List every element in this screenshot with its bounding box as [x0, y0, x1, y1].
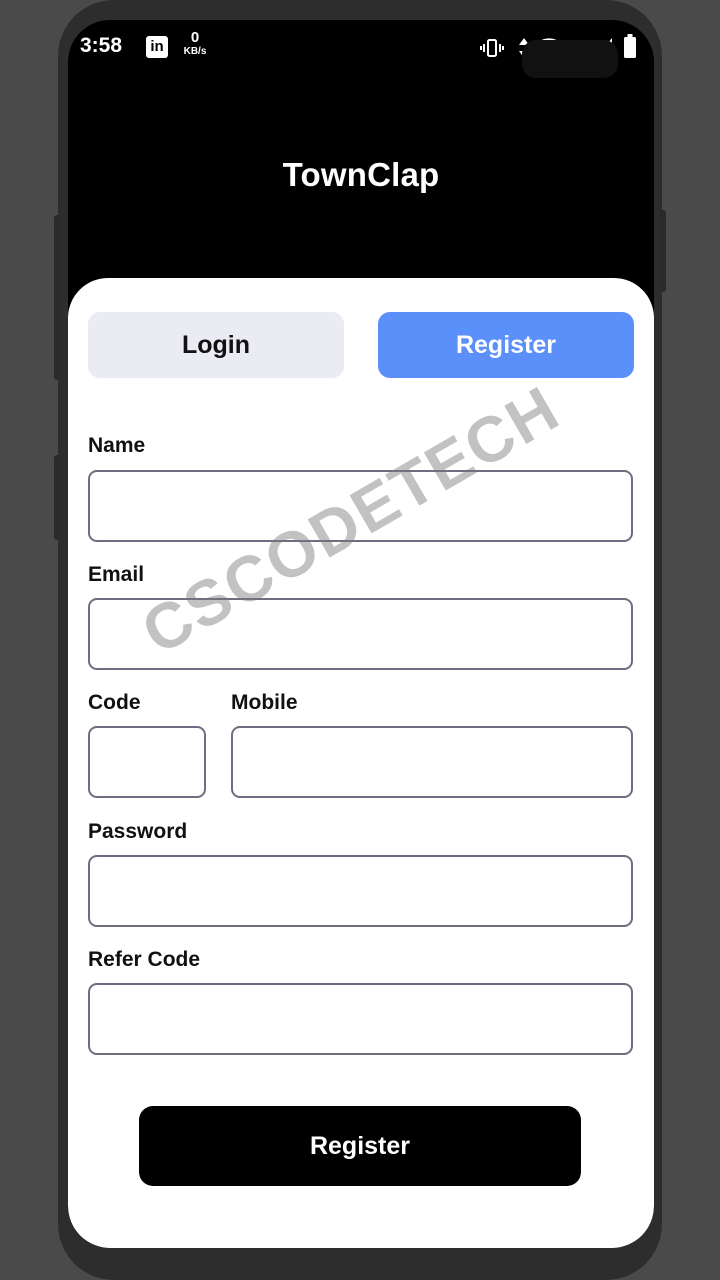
- name-input[interactable]: [88, 470, 633, 542]
- email-input[interactable]: [88, 598, 633, 670]
- network-speed-value: 0: [190, 29, 200, 46]
- vibrate-icon: [480, 39, 504, 57]
- status-time: 3:58: [80, 34, 123, 57]
- code-label: Code: [88, 691, 141, 714]
- mobile-input[interactable]: [231, 726, 633, 798]
- battery-icon: [624, 34, 636, 58]
- app-screen: 3:58 in 0 KB/s TownClap Login Register N…: [68, 20, 654, 1248]
- register-button[interactable]: Register: [139, 1106, 581, 1186]
- code-input[interactable]: [88, 726, 206, 798]
- phone-side-button: [54, 455, 60, 540]
- network-speed: 0 KB/s: [180, 30, 210, 58]
- mobile-label: Mobile: [231, 691, 298, 714]
- password-input[interactable]: [88, 855, 633, 927]
- name-label: Name: [88, 434, 146, 457]
- network-speed-unit: KB/s: [183, 46, 207, 57]
- register-card: Login Register Name Email Code Mobile Pa…: [68, 278, 654, 1248]
- linkedin-icon: in: [146, 36, 168, 58]
- tab-login[interactable]: Login: [88, 312, 344, 378]
- password-label: Password: [88, 820, 188, 843]
- refer-code-label: Refer Code: [88, 948, 201, 971]
- email-label: Email: [88, 563, 145, 586]
- tab-register[interactable]: Register: [378, 312, 634, 378]
- camera-cutout: [522, 40, 618, 78]
- refer-code-input[interactable]: [88, 983, 633, 1055]
- app-title: TownClap: [282, 156, 440, 193]
- phone-side-button: [54, 215, 60, 380]
- phone-side-button: [660, 210, 666, 292]
